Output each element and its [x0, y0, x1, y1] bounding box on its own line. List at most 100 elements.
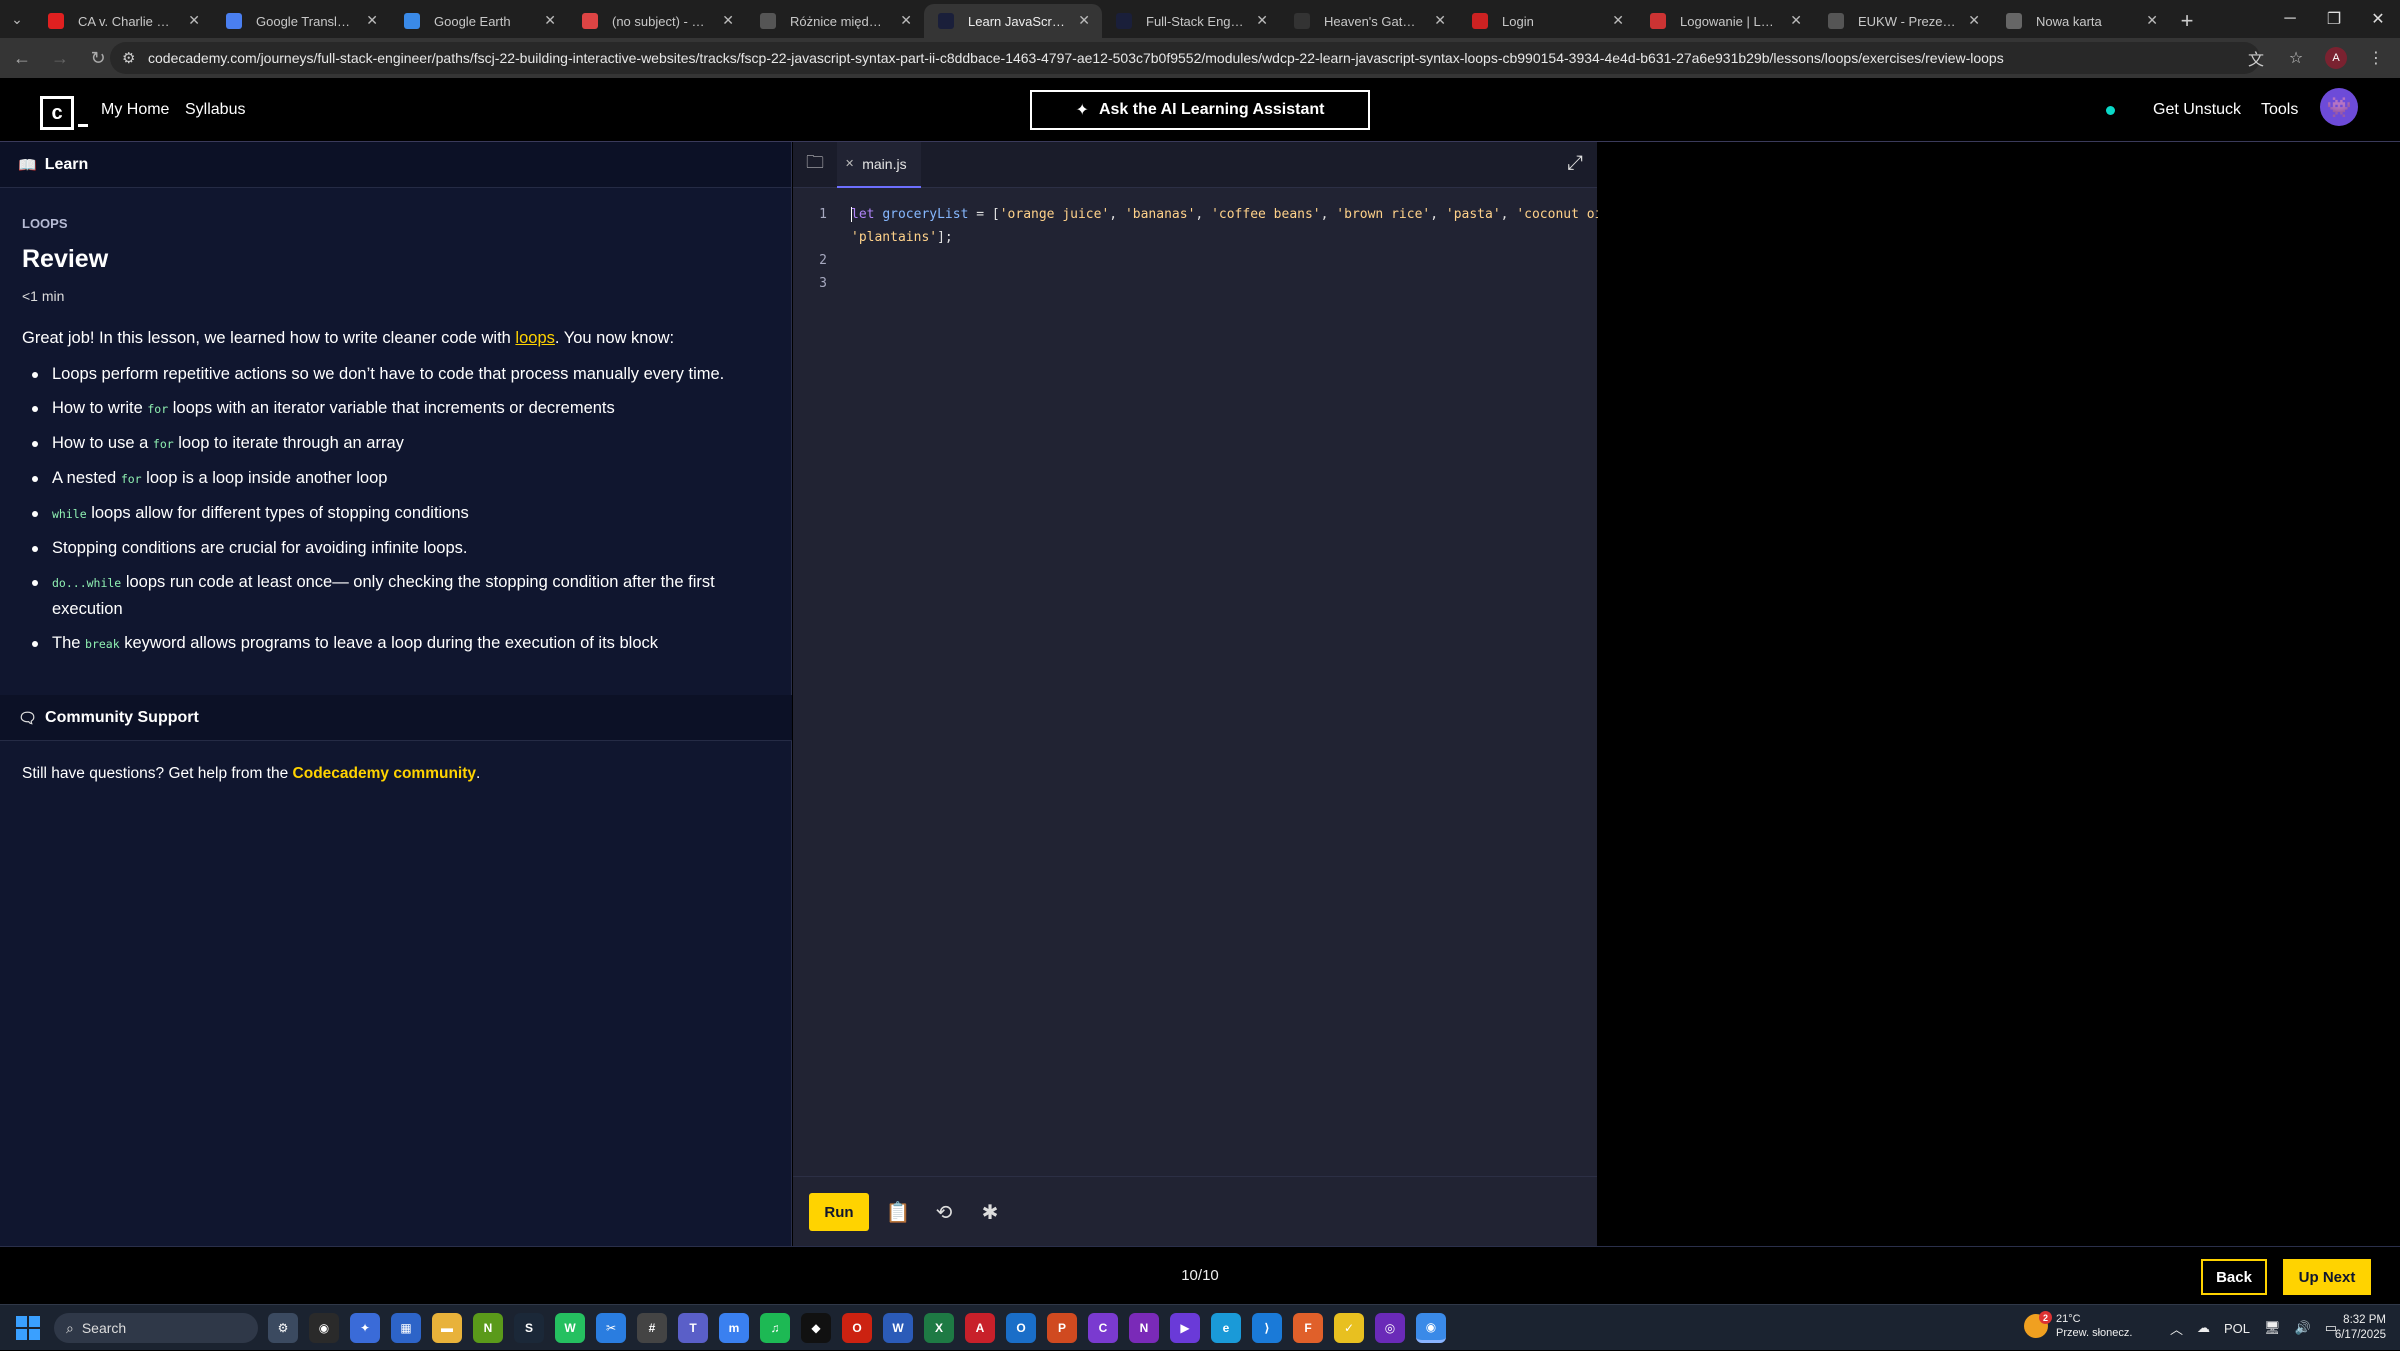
community-text-body: Still have questions? Get help from the — [22, 765, 293, 782]
vscode-icon[interactable]: ⟩ — [1252, 1313, 1282, 1343]
steam-icon[interactable]: S — [514, 1313, 544, 1343]
edge-icon[interactable]: e — [1211, 1313, 1241, 1343]
close-tab-icon[interactable]: ✕ — [544, 12, 556, 29]
spotify-icon[interactable]: ♫ — [760, 1313, 790, 1343]
settings-icon[interactable]: ⚙ — [268, 1313, 298, 1343]
summary-text: How to use a — [52, 433, 153, 452]
messenger-icon[interactable]: m — [719, 1313, 749, 1343]
folder-icon[interactable]: ▬ — [432, 1313, 462, 1343]
run-button[interactable]: Run — [809, 1193, 869, 1231]
back-button[interactable]: Back — [2201, 1259, 2267, 1295]
browser-tab[interactable]: Logowanie | Login.gov ✕ — [1636, 4, 1814, 38]
whatsapp-icon[interactable]: W — [555, 1313, 585, 1343]
tools-link[interactable]: Tools — [2261, 78, 2298, 142]
url-field[interactable]: ⚙ codecademy.com/journeys/full-stack-eng… — [110, 42, 2260, 74]
progress-indicator[interactable]: 10/10 — [0, 1267, 2400, 1284]
taskbar-search[interactable]: ⌕ Search — [54, 1313, 258, 1343]
teams-icon[interactable]: T — [678, 1313, 708, 1343]
close-window-icon[interactable]: ✕ — [2356, 0, 2400, 38]
close-tab-icon[interactable]: ✕ — [2146, 12, 2158, 29]
obs-icon[interactable]: ◉ — [309, 1313, 339, 1343]
codecademy-logo[interactable]: c — [40, 96, 74, 130]
my-home-link[interactable]: My Home — [101, 78, 169, 142]
firefox-icon[interactable]: F — [1293, 1313, 1323, 1343]
close-tab-icon[interactable]: ✕ — [1790, 12, 1802, 29]
reset-icon[interactable]: ⟲ — [929, 1197, 959, 1227]
snip-icon[interactable]: ✂ — [596, 1313, 626, 1343]
tidal-icon[interactable]: ◆ — [801, 1313, 831, 1343]
video-editor-icon[interactable]: ▶ — [1170, 1313, 1200, 1343]
calculator-icon[interactable]: # — [637, 1313, 667, 1343]
browser-tab[interactable]: EUKW - Prezentacja K ✕ — [1814, 4, 1992, 38]
close-tab-icon[interactable]: ✕ — [188, 12, 200, 29]
article-icon — [1294, 13, 1310, 29]
copilot-icon[interactable]: ✦ — [350, 1313, 380, 1343]
chrome-icon[interactable]: ◉ — [1416, 1313, 1446, 1343]
store-icon[interactable]: ▦ — [391, 1313, 421, 1343]
close-file-icon[interactable]: ✕ — [845, 157, 854, 170]
folder-icon[interactable]: 🗀 — [793, 150, 837, 180]
outlook-icon[interactable]: O — [1006, 1313, 1036, 1343]
lesson-kicker: LOOPS — [22, 216, 68, 231]
browser-tab[interactable]: Full-Stack Engineer | C ✕ — [1102, 4, 1280, 38]
close-tab-icon[interactable]: ✕ — [1612, 12, 1624, 29]
back-arrow-icon[interactable]: ← — [6, 42, 38, 74]
tray-chevron-icon[interactable]: ︿ — [2170, 1319, 2183, 1338]
browser-tab[interactable]: CA v. Charlie Manson ✕ — [34, 4, 212, 38]
volume-icon[interactable]: 🔊 — [2295, 1320, 2311, 1336]
profile-avatar[interactable]: A — [2325, 47, 2347, 69]
debug-icon[interactable]: ✱ — [975, 1197, 1005, 1227]
excel-icon[interactable]: X — [924, 1313, 954, 1343]
opera-icon[interactable]: O — [842, 1313, 872, 1343]
bookmark-star-icon[interactable]: ☆ — [2280, 42, 2312, 74]
site-info-icon[interactable]: ⚙ — [122, 49, 135, 67]
browser-tab[interactable]: Heaven's Gate - How d ✕ — [1280, 4, 1458, 38]
browser-tab[interactable]: Różnice między for i w ✕ — [746, 4, 924, 38]
translate-icon[interactable]: 文 — [2240, 42, 2272, 74]
cloud-icon[interactable]: ☁ — [2197, 1320, 2210, 1336]
browser-tab[interactable]: Nowa karta ✕ — [1992, 4, 2170, 38]
close-tab-icon[interactable]: ✕ — [1078, 12, 1090, 29]
loops-link[interactable]: loops — [515, 329, 554, 347]
powerpoint-icon[interactable]: P — [1047, 1313, 1077, 1343]
browser-tab[interactable]: Learn JavaScript Synta ✕ — [924, 4, 1102, 38]
tor-icon[interactable]: ◎ — [1375, 1313, 1405, 1343]
browser-tab[interactable]: Login ✕ — [1458, 4, 1636, 38]
new-tab-button[interactable]: + — [2170, 4, 2204, 38]
tasks-icon[interactable]: ✓ — [1334, 1313, 1364, 1343]
close-tab-icon[interactable]: ✕ — [1256, 12, 1268, 29]
browser-tab[interactable]: (no subject) - antoni.h ✕ — [568, 4, 746, 38]
browser-menu-icon[interactable]: ⋮ — [2360, 42, 2392, 74]
code-string: 'pasta' — [1445, 207, 1501, 222]
network-icon[interactable]: 🖥 — [2264, 1320, 2281, 1336]
close-tab-icon[interactable]: ✕ — [366, 12, 378, 29]
ai-assistant-button[interactable]: ✦ Ask the AI Learning Assistant — [1030, 90, 1370, 130]
language-indicator[interactable]: POL — [2224, 1321, 2250, 1336]
clipboard-icon[interactable]: 📋 — [883, 1197, 913, 1227]
nvidia-icon[interactable]: N — [473, 1313, 503, 1343]
onenote-icon[interactable]: N — [1129, 1313, 1159, 1343]
close-tab-icon[interactable]: ✕ — [1434, 12, 1446, 29]
get-unstuck-link[interactable]: Get Unstuck — [2153, 78, 2241, 142]
tab-search-chevron-icon[interactable]: ⌄ — [0, 0, 34, 38]
browser-tab[interactable]: Google Earth ✕ — [390, 4, 568, 38]
minimize-icon[interactable]: ─ — [2268, 0, 2312, 38]
acrobat-icon[interactable]: A — [965, 1313, 995, 1343]
weather-widget[interactable]: 2 21°C Przew. słonecz. — [2024, 1311, 2132, 1340]
user-avatar[interactable]: 👾 — [2320, 88, 2358, 126]
close-tab-icon[interactable]: ✕ — [900, 12, 912, 29]
community-link[interactable]: Codecademy community — [293, 765, 476, 782]
forward-arrow-icon[interactable]: → — [44, 42, 76, 74]
file-tab-main-js[interactable]: ✕ main.js — [837, 141, 921, 188]
expand-icon[interactable]: ⤢ — [1567, 152, 1583, 175]
word-icon[interactable]: W — [883, 1313, 913, 1343]
taskbar-clock[interactable]: 8:32 PM 6/17/2025 — [2335, 1313, 2386, 1343]
close-tab-icon[interactable]: ✕ — [722, 12, 734, 29]
browser-tab[interactable]: Google Translate ✕ — [212, 4, 390, 38]
clipchamp-icon[interactable]: C — [1088, 1313, 1118, 1343]
close-tab-icon[interactable]: ✕ — [1968, 12, 1980, 29]
restore-icon[interactable]: ❐ — [2312, 0, 2356, 38]
syllabus-link[interactable]: Syllabus — [185, 78, 245, 142]
windows-start-icon[interactable] — [16, 1316, 40, 1340]
up-next-button[interactable]: Up Next — [2283, 1259, 2371, 1295]
